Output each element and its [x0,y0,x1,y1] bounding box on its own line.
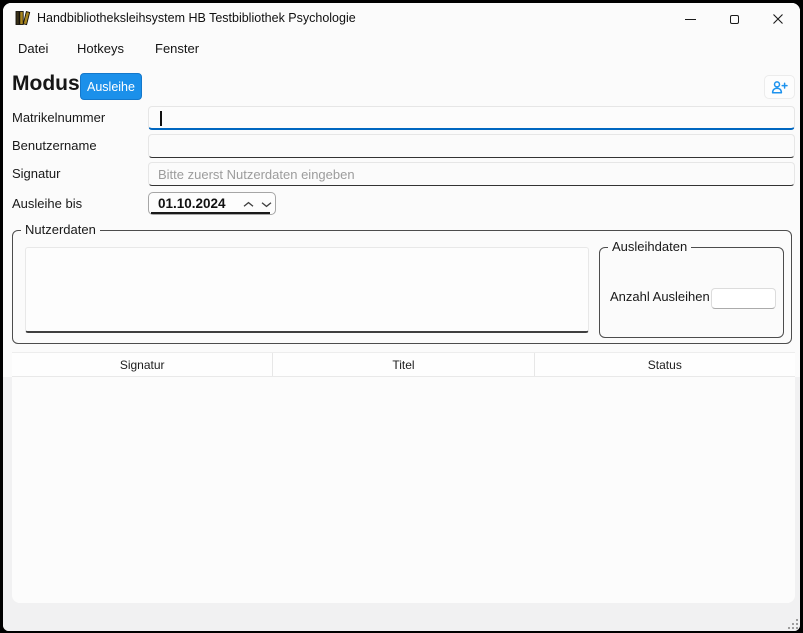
benutzername-label: Benutzername [12,134,97,158]
menu-item-datei[interactable]: Datei [14,39,52,58]
books-icon [14,9,32,27]
matrikelnummer-input[interactable] [148,106,795,130]
results-table: Signatur Titel Status [12,352,795,603]
add-user-button[interactable] [764,75,795,99]
signatur-input[interactable] [148,162,795,186]
person-add-icon [771,80,788,95]
nutzerdaten-group-label: Nutzerdaten [21,222,100,237]
date-spin-up-button[interactable] [239,194,257,214]
mode-label: Modus [12,72,80,96]
title-bar: Handbibliotheksleihsystem HB Testbibliot… [3,3,800,34]
menu-item-fenster[interactable]: Fenster [151,39,203,58]
nutzerdaten-groupbox: Nutzerdaten Ausleihdaten Anzahl Ausleihe… [12,230,792,344]
chevron-up-icon [243,201,254,208]
ausleihdaten-group-label: Ausleihdaten [608,239,691,254]
table-header-row: Signatur Titel Status [12,352,795,377]
anzahl-ausleihen-input[interactable] [711,288,776,309]
menu-bar: Datei Hotkeys Fenster [3,36,800,62]
matrikelnummer-label: Matrikelnummer [12,106,105,130]
anzahl-ausleihen-label: Anzahl Ausleihen [610,289,710,304]
ausleihdaten-groupbox: Ausleihdaten Anzahl Ausleihen [599,247,784,338]
minimize-button[interactable] [668,3,712,35]
text-cursor [160,111,162,126]
ausleihe-bis-date-picker[interactable]: 01.10.2024 [148,192,276,215]
date-underline [151,212,270,214]
maximize-button[interactable] [712,3,756,35]
column-header-status[interactable]: Status [535,353,795,376]
minimize-icon [685,19,696,20]
window-controls [668,3,800,35]
column-header-titel[interactable]: Titel [273,353,534,376]
close-button[interactable] [756,3,800,35]
column-header-signatur[interactable]: Signatur [12,353,273,376]
nutzerdaten-textarea[interactable] [25,247,589,333]
date-value[interactable]: 01.10.2024 [158,193,226,214]
app-window: Handbibliotheksleihsystem HB Testbibliot… [3,3,800,631]
signatur-label: Signatur [12,162,60,186]
mode-ausleihe-button[interactable]: Ausleihe [80,73,142,100]
menu-item-hotkeys[interactable]: Hotkeys [73,39,128,58]
resize-grip-icon[interactable] [796,627,798,629]
window-title: Handbibliotheksleihsystem HB Testbibliot… [37,3,356,34]
benutzername-input[interactable] [148,134,795,158]
close-icon [772,13,784,25]
date-spin-down-button[interactable] [257,194,275,214]
table-body-empty [12,377,795,603]
maximize-icon [730,15,739,24]
ausleihe-bis-label: Ausleihe bis [12,192,82,216]
chevron-down-icon [261,201,272,208]
